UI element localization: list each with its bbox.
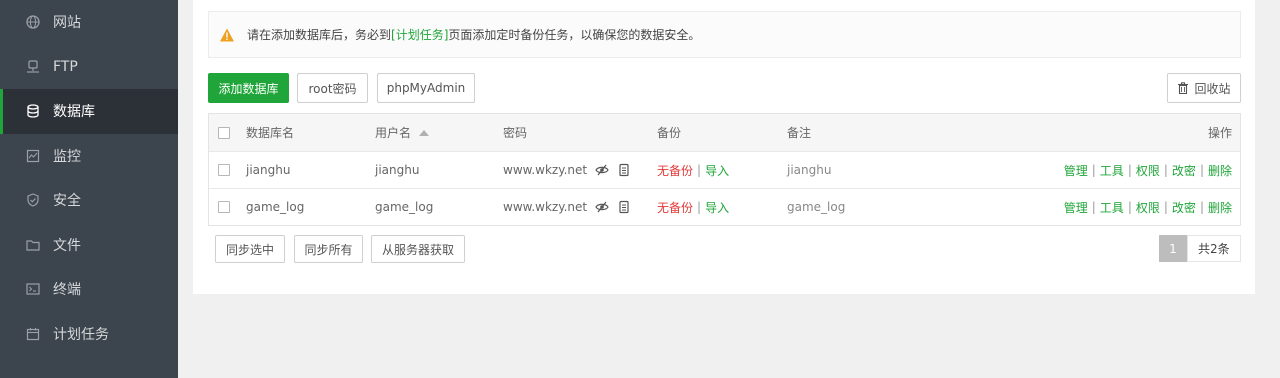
db-password-cell: www.wkzy.net bbox=[503, 189, 631, 225]
alert-text-after: 页面添加定时备份任务，以确保您的数据安全。 bbox=[448, 28, 701, 42]
sidebar-item-label: FTP bbox=[53, 58, 78, 75]
sidebar: 网站 FTP 数据库 监控 安全 文件 终端 计划任务 bbox=[0, 0, 178, 378]
tools-link[interactable]: 工具 bbox=[1100, 199, 1124, 216]
sidebar-item-label: 文件 bbox=[53, 237, 81, 254]
no-backup-link[interactable]: 无备份 bbox=[657, 162, 693, 179]
warning-icon bbox=[219, 27, 235, 43]
database-table: 数据库名 用户名 密码 备份 备注 操作 jianghu jianghu www… bbox=[208, 113, 1241, 226]
alert-text-before: 请在添加数据库后，务必到 bbox=[247, 28, 392, 42]
row-actions: 管理 | 工具 | 权限 | 改密 | 删除 bbox=[1063, 199, 1232, 216]
database-panel: 请在添加数据库后，务必到 [计划任务] 页面添加定时备份任务，以确保您的数据安全… bbox=[193, 0, 1255, 294]
toggle-visibility-icon[interactable] bbox=[595, 200, 609, 214]
fetch-from-server-button[interactable]: 从服务器获取 bbox=[371, 235, 465, 263]
add-database-button[interactable]: 添加数据库 bbox=[208, 73, 289, 103]
separator: | bbox=[697, 163, 702, 177]
manage-link[interactable]: 管理 bbox=[1064, 199, 1088, 216]
table-row: game_log game_log www.wkzy.net 无备份 | 导入 … bbox=[209, 188, 1240, 225]
sidebar-item-label: 终端 bbox=[53, 282, 81, 299]
db-password: www.wkzy.net bbox=[503, 163, 588, 177]
change-password-link[interactable]: 改密 bbox=[1172, 162, 1196, 179]
root-password-button[interactable]: root密码 bbox=[297, 73, 368, 103]
ftp-icon bbox=[26, 60, 40, 74]
toggle-visibility-icon[interactable] bbox=[595, 163, 609, 177]
sidebar-item-label: 数据库 bbox=[53, 104, 95, 121]
import-link[interactable]: 导入 bbox=[705, 162, 729, 179]
sidebar-item-security[interactable]: 安全 bbox=[0, 178, 178, 223]
delete-link[interactable]: 删除 bbox=[1208, 162, 1232, 179]
table-row: jianghu jianghu www.wkzy.net 无备份 | 导入 ji… bbox=[209, 151, 1240, 188]
shield-icon bbox=[26, 193, 40, 207]
manage-link[interactable]: 管理 bbox=[1064, 162, 1088, 179]
sync-selected-button[interactable]: 同步选中 bbox=[215, 235, 285, 263]
recycle-bin-button[interactable]: 回收站 bbox=[1167, 73, 1241, 103]
db-username: game_log bbox=[375, 200, 434, 214]
import-link[interactable]: 导入 bbox=[705, 199, 729, 216]
folder-icon bbox=[26, 238, 40, 252]
permissions-link[interactable]: 权限 bbox=[1136, 162, 1160, 179]
no-backup-link[interactable]: 无备份 bbox=[657, 199, 693, 216]
terminal-icon bbox=[26, 282, 40, 296]
row-checkbox[interactable] bbox=[218, 201, 230, 213]
calendar-icon bbox=[26, 327, 40, 341]
sidebar-item-monitor[interactable]: 监控 bbox=[0, 134, 178, 179]
db-password-cell: www.wkzy.net bbox=[503, 152, 631, 188]
sidebar-item-label: 安全 bbox=[53, 193, 81, 210]
db-name: game_log bbox=[246, 200, 305, 214]
change-password-link[interactable]: 改密 bbox=[1172, 199, 1196, 216]
row-checkbox[interactable] bbox=[218, 164, 230, 176]
sidebar-item-cron[interactable]: 计划任务 bbox=[0, 312, 178, 357]
trash-icon bbox=[1178, 82, 1189, 94]
backup-cell: 无备份 | 导入 bbox=[657, 152, 729, 188]
sidebar-item-ftp[interactable]: FTP bbox=[0, 45, 178, 90]
database-icon bbox=[26, 104, 40, 118]
tools-link[interactable]: 工具 bbox=[1100, 162, 1124, 179]
table-header-row: 数据库名 用户名 密码 备份 备注 操作 bbox=[209, 114, 1240, 151]
sync-all-button[interactable]: 同步所有 bbox=[294, 235, 363, 263]
header-note: 备注 bbox=[787, 126, 812, 140]
sidebar-item-terminal[interactable]: 终端 bbox=[0, 267, 178, 312]
db-username: jianghu bbox=[375, 163, 420, 177]
sidebar-item-label: 监控 bbox=[53, 148, 81, 165]
row-actions: 管理 | 工具 | 权限 | 改密 | 删除 bbox=[1063, 162, 1232, 179]
sidebar-item-database[interactable]: 数据库 bbox=[0, 89, 178, 134]
header-backup: 备份 bbox=[657, 126, 682, 140]
header-username[interactable]: 用户名 bbox=[375, 114, 430, 151]
header-db-name[interactable]: 数据库名 bbox=[246, 114, 294, 151]
db-password: www.wkzy.net bbox=[503, 200, 588, 214]
backup-warning-alert: 请在添加数据库后，务必到 [计划任务] 页面添加定时备份任务，以确保您的数据安全… bbox=[208, 11, 1241, 58]
cron-task-link[interactable]: [计划任务] bbox=[391, 26, 448, 43]
copy-icon[interactable] bbox=[617, 200, 631, 214]
db-name: jianghu bbox=[246, 163, 291, 177]
header-operations: 操作 bbox=[1207, 126, 1232, 140]
db-note[interactable]: jianghu bbox=[787, 152, 831, 188]
sidebar-item-files[interactable]: 文件 bbox=[0, 223, 178, 268]
recycle-bin-label: 回收站 bbox=[1194, 81, 1231, 96]
select-all-checkbox[interactable] bbox=[218, 126, 230, 139]
separator: | bbox=[697, 200, 702, 214]
copy-icon[interactable] bbox=[617, 163, 631, 177]
sidebar-item-label: 计划任务 bbox=[53, 326, 109, 343]
monitor-icon bbox=[26, 149, 40, 163]
header-username-label: 用户名 bbox=[375, 126, 412, 140]
globe-icon bbox=[26, 15, 40, 29]
delete-link[interactable]: 删除 bbox=[1208, 199, 1232, 216]
backup-cell: 无备份 | 导入 bbox=[657, 189, 729, 225]
page-total-count: 共2条 bbox=[1187, 235, 1241, 262]
permissions-link[interactable]: 权限 bbox=[1136, 199, 1160, 216]
phpmyadmin-button[interactable]: phpMyAdmin bbox=[377, 73, 475, 103]
page-current[interactable]: 1 bbox=[1159, 235, 1187, 262]
db-note[interactable]: game_log bbox=[787, 189, 845, 225]
sort-ascending-icon bbox=[419, 129, 430, 136]
sidebar-item-label: 网站 bbox=[53, 15, 81, 32]
header-password: 密码 bbox=[503, 126, 528, 140]
sidebar-item-website[interactable]: 网站 bbox=[0, 0, 178, 45]
pagination: 1 共2条 bbox=[1159, 235, 1241, 262]
